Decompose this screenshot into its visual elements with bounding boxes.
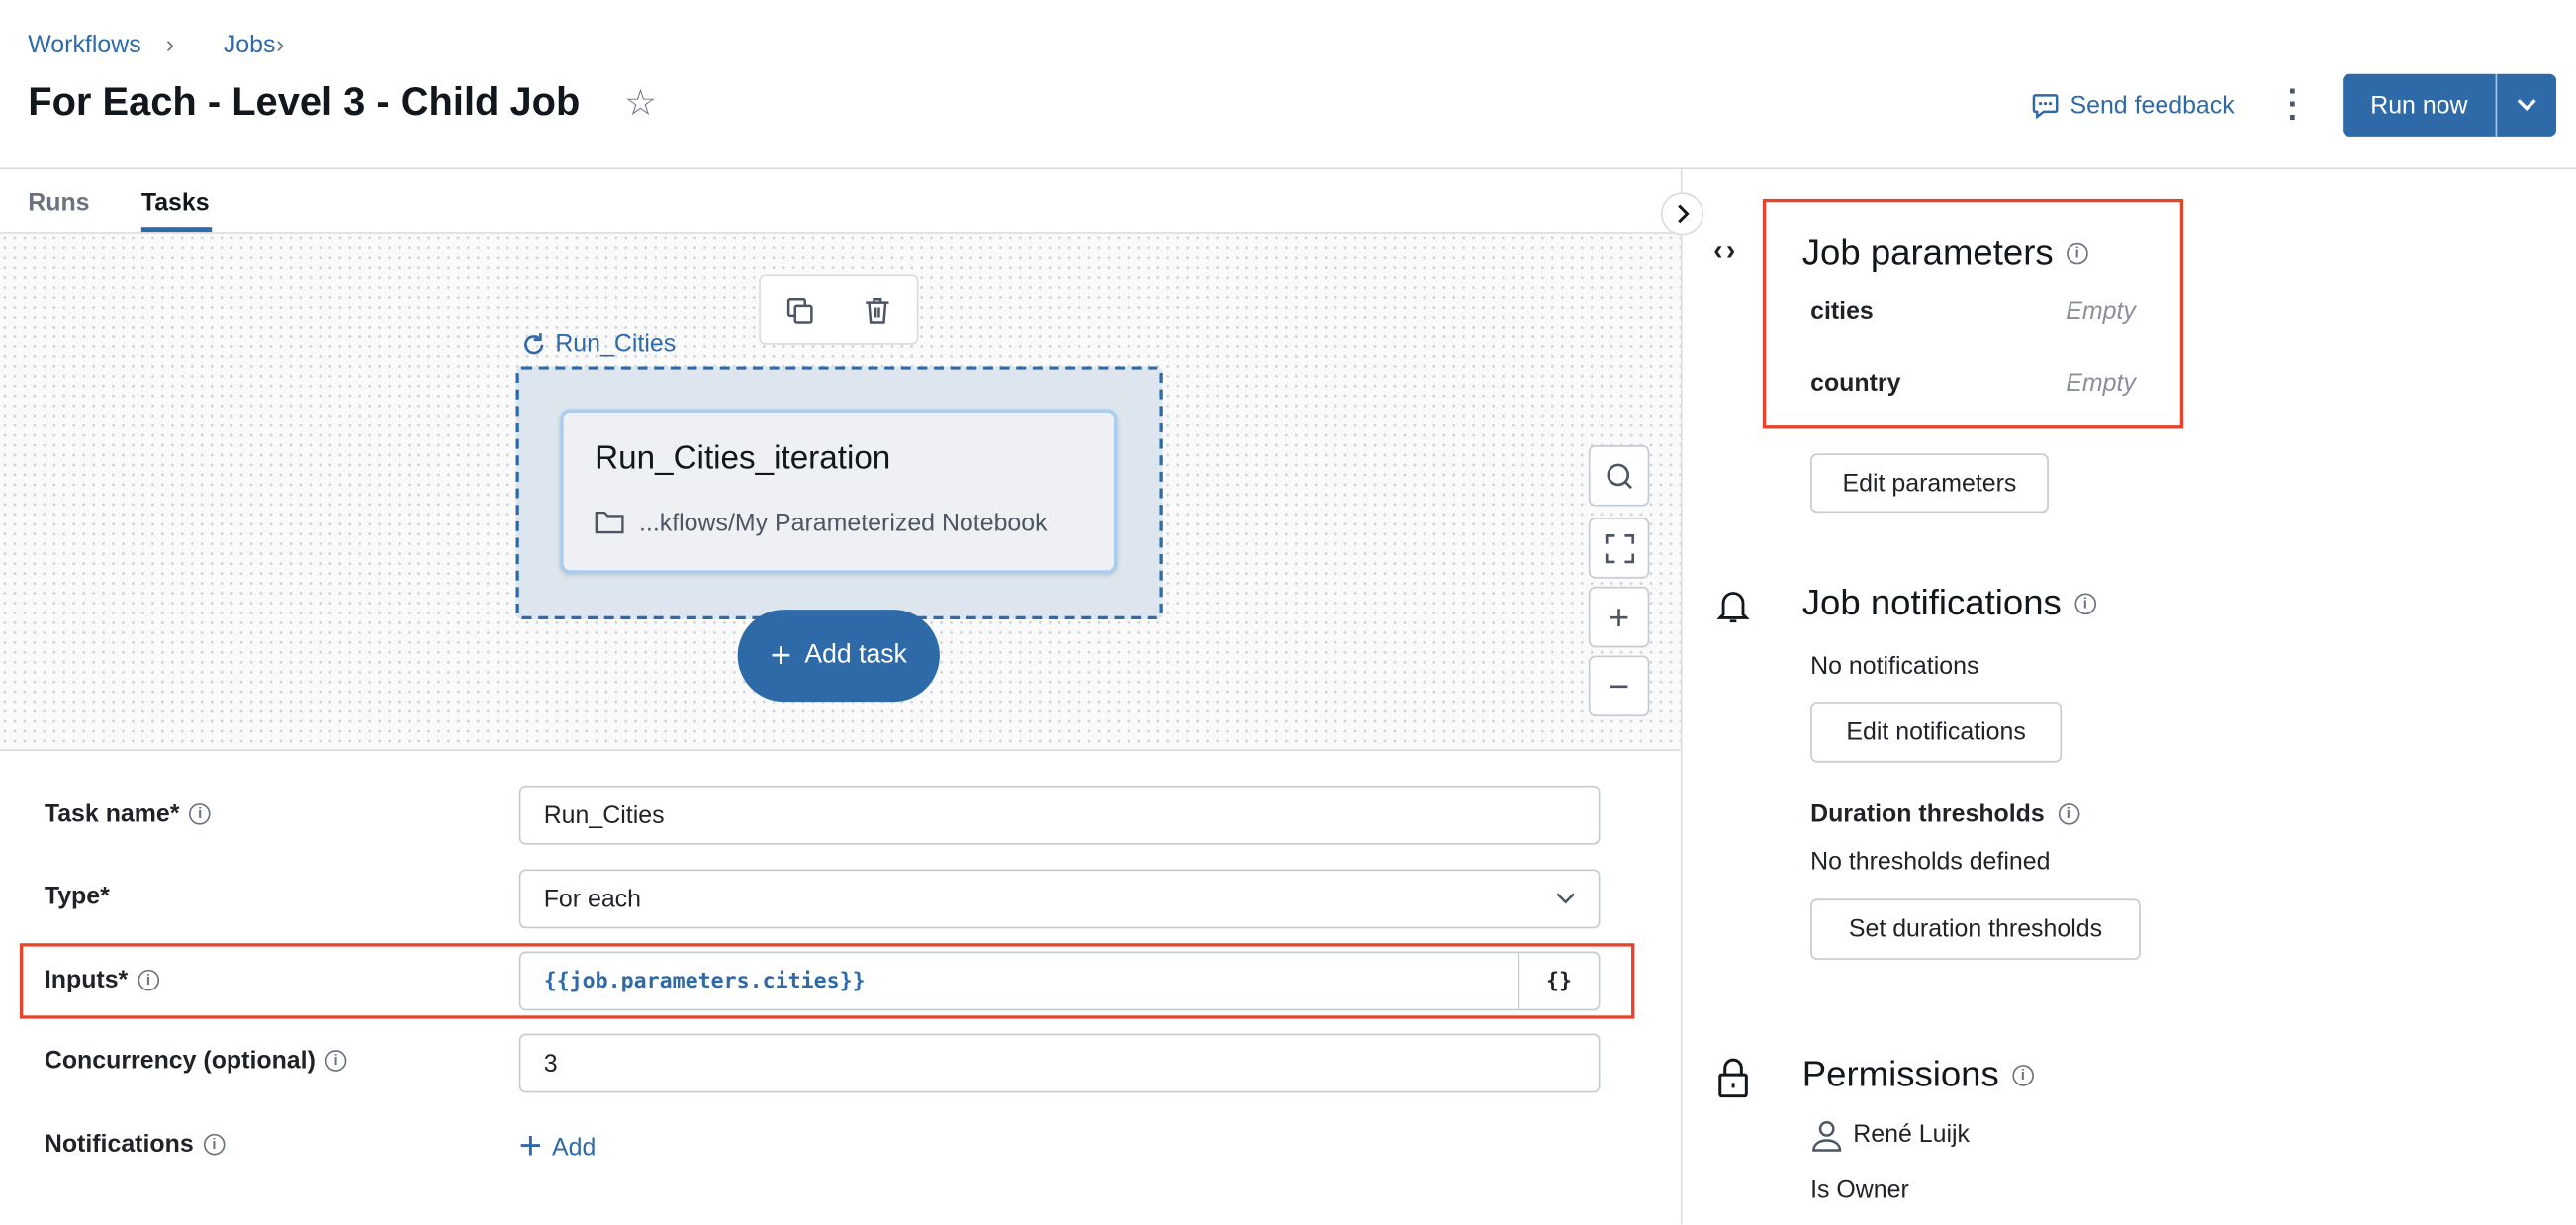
param-value: Empty: [2066, 297, 2136, 326]
type-select-value: For each: [543, 885, 642, 913]
code-brackets-icon: ‹›: [1713, 235, 1739, 267]
notifications-label: Notifications i: [44, 1130, 226, 1159]
notifications-status: No notifications: [1810, 652, 1979, 681]
concurrency-input[interactable]: 3: [518, 1033, 1601, 1093]
info-icon[interactable]: i: [138, 969, 159, 991]
set-duration-thresholds-button[interactable]: Set duration thresholds: [1810, 898, 2141, 960]
add-task-label: Add task: [804, 640, 907, 669]
chevron-right-icon: ›: [275, 31, 285, 59]
plus-icon: +: [770, 634, 792, 676]
chevron-right-icon: ›: [165, 31, 175, 59]
info-icon[interactable]: i: [203, 1133, 226, 1156]
add-task-button[interactable]: + Add task: [737, 610, 940, 703]
inputs-label: Inputs* i: [44, 966, 159, 994]
chevron-down-icon[interactable]: [2497, 74, 2556, 137]
dynamic-value-button[interactable]: {}: [1518, 953, 1598, 1009]
info-icon[interactable]: i: [2058, 803, 2079, 825]
job-page: Workflows › Jobs › For Each - Level 3 - …: [0, 0, 2576, 1225]
copy-icon[interactable]: [783, 293, 816, 326]
kebab-menu-icon[interactable]: · · ·: [2283, 75, 2303, 135]
permission-user: René Luijk: [1853, 1120, 1970, 1149]
type-label-text: Type*: [44, 882, 110, 911]
send-feedback-button[interactable]: Send feedback: [2031, 90, 2235, 120]
param-value: Empty: [2066, 369, 2136, 398]
type-label: Type*: [45, 883, 110, 910]
info-icon[interactable]: i: [2066, 241, 2088, 264]
task-name-label: Task name* i: [44, 800, 212, 828]
panel-divider: [1680, 167, 1683, 1225]
notifications-label-text: Notifications: [44, 1130, 194, 1159]
edit-notifications-button[interactable]: Edit notifications: [1810, 702, 2063, 763]
task-name-input[interactable]: Run_Cities: [518, 785, 1601, 845]
for-each-loop-label[interactable]: Run_Cities: [520, 330, 676, 358]
header-divider: [0, 167, 2576, 170]
duration-thresholds-heading: Duration thresholds i: [1810, 801, 2079, 828]
job-parameters-title: Job parameters: [1801, 232, 2054, 273]
collapse-panel-button[interactable]: [1660, 192, 1704, 236]
task-card-title: Run_Cities_iteration: [595, 440, 891, 477]
param-name: cities: [1810, 297, 1874, 326]
type-select[interactable]: For each: [518, 869, 1601, 929]
add-notification-button[interactable]: + Add: [519, 1124, 597, 1170]
star-icon[interactable]: ☆: [624, 82, 657, 125]
send-feedback-label: Send feedback: [2070, 91, 2235, 120]
duration-thresholds-title: Duration thresholds: [1810, 800, 2045, 828]
loop-label-text: Run_Cities: [555, 330, 677, 359]
user-icon: [1812, 1121, 1842, 1152]
job-notifications-title: Job notifications: [1801, 581, 2062, 623]
fit-view-icon[interactable]: [1588, 518, 1650, 579]
chat-bubble-icon: [2032, 94, 2059, 120]
bell-icon: [1716, 592, 1750, 623]
permission-role: Is Owner: [1810, 1177, 1909, 1205]
zoom-in-icon[interactable]: +: [1588, 586, 1650, 648]
task-card-path: ...kflows/My Parameterized Notebook: [639, 509, 1048, 538]
plus-icon: +: [518, 1123, 543, 1169]
node-toolbar: [759, 274, 919, 345]
chevron-down-icon: [1556, 893, 1575, 904]
param-name: country: [1810, 369, 1901, 398]
duration-thresholds-status: No thresholds defined: [1810, 847, 2051, 877]
breadcrumb-workflows[interactable]: Workflows: [28, 32, 140, 59]
chevron-right-icon: [1678, 204, 1690, 224]
permissions-heading: Permissions i: [1802, 1054, 2034, 1096]
task-name-label-text: Task name*: [44, 800, 180, 828]
inputs-label-text: Inputs*: [44, 966, 129, 994]
tab-runs[interactable]: Runs: [28, 189, 89, 217]
info-icon[interactable]: i: [2074, 592, 2096, 614]
task-card[interactable]: Run_Cities_iteration ...kflows/My Parame…: [560, 409, 1118, 574]
add-notification-label: Add: [552, 1133, 597, 1162]
inputs-value: {{job.parameters.cities}}: [543, 968, 866, 993]
run-now-button[interactable]: Run now: [2343, 74, 2495, 137]
job-notifications-heading: Job notifications i: [1802, 582, 2096, 624]
trash-icon[interactable]: [862, 293, 894, 326]
zoom-out-icon[interactable]: −: [1588, 655, 1650, 717]
info-icon[interactable]: i: [2012, 1064, 2034, 1085]
lock-icon: [1718, 1058, 1748, 1098]
inputs-field[interactable]: {{job.parameters.cities}} {}: [518, 951, 1601, 1011]
loop-icon: [524, 332, 544, 354]
permissions-title: Permissions: [1801, 1053, 1999, 1095]
breadcrumb-jobs[interactable]: Jobs: [224, 32, 276, 59]
run-now-split-button: Run now: [2343, 73, 2557, 137]
concurrency-label: Concurrency (optional) i: [45, 1047, 347, 1075]
info-icon[interactable]: i: [324, 1050, 347, 1072]
page-title: For Each - Level 3 - Child Job: [28, 80, 581, 126]
tab-tasks[interactable]: Tasks: [141, 189, 210, 217]
concurrency-label-text: Concurrency (optional): [44, 1046, 316, 1076]
info-icon[interactable]: i: [189, 803, 212, 825]
edit-parameters-button[interactable]: Edit parameters: [1810, 453, 2049, 514]
folder-icon: [595, 511, 624, 534]
search-icon[interactable]: [1588, 445, 1650, 507]
job-parameters-heading: Job parameters i: [1802, 232, 2088, 274]
